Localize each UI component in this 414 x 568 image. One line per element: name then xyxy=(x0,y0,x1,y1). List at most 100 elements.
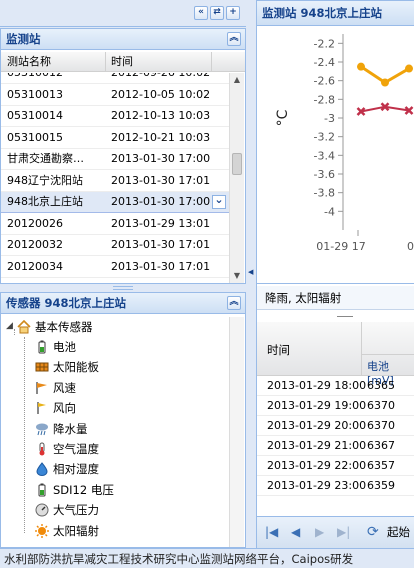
sensor-tree-item-label: 太阳能板 xyxy=(53,360,99,375)
vertical-splitter[interactable]: ◀ xyxy=(246,0,256,548)
x-tick-label: 01-29 xyxy=(407,240,414,253)
station-panel-title: 监测站 xyxy=(6,32,41,46)
station-time-cell: 2012-09-26 10:02 xyxy=(111,73,210,83)
battery-icon xyxy=(38,340,46,354)
collapse-sensor-panel-button[interactable]: ︽ xyxy=(227,296,241,310)
collapse-left-arrow-icon[interactable]: ◀ xyxy=(248,268,253,276)
y-tick-label: -2.4 xyxy=(314,56,335,69)
station-name-cell: 甘肃交通勘察… xyxy=(7,152,84,165)
station-row[interactable]: 948北京上庄站 2013-01-30 17:00 ⌄ xyxy=(1,192,229,213)
data-grid-row[interactable]: 2013-01-29 21:00 6367 xyxy=(257,436,414,456)
scroll-thumb[interactable] xyxy=(232,153,242,175)
station-row[interactable]: 05310014 2012-10-13 10:03 xyxy=(1,106,229,127)
y-tick-label: -2.2 xyxy=(314,37,335,50)
data-grid-row[interactable]: 2013-01-29 22:00 6357 xyxy=(257,456,414,476)
wind-direction-icon xyxy=(37,402,46,415)
battery-icon xyxy=(38,483,46,497)
station-grid-header: 测站名称 时间 xyxy=(1,52,245,72)
data-value-cell: 6357 xyxy=(367,459,395,472)
resize-handle[interactable] xyxy=(337,316,353,318)
sun-icon xyxy=(35,523,49,538)
selected-sensors-bar: 降雨, 太阳辐射 xyxy=(257,286,414,310)
scroll-up-arrow-icon[interactable]: ▲ xyxy=(230,73,244,87)
station-panel: 监测站 ︽ 测站名称 时间 053100122012-09-26 10:0205… xyxy=(0,28,246,284)
station-time-cell: 2013-01-30 17:01 xyxy=(111,259,211,273)
station-name-cell: 20120034 xyxy=(7,259,63,273)
column-header-time[interactable]: 时间 xyxy=(111,52,133,72)
station-time-cell: 2013-01-30 17:01 xyxy=(111,173,211,187)
column-header-station-name[interactable]: 测站名称 xyxy=(7,52,51,72)
station-time-cell: 2012-10-05 10:02 xyxy=(111,87,211,101)
row-dropdown-icon[interactable]: ⌄ xyxy=(212,195,226,209)
station-time-cell: 2013-01-30 17:00 xyxy=(111,152,211,165)
data-grid-header: 时间 电池[mV] xyxy=(257,322,414,387)
solar-panel-icon xyxy=(35,362,49,372)
sensor-tree-item-label: 降水量 xyxy=(53,421,88,436)
data-grid-body: 2013-01-29 18:00 6365 2013-01-29 19:00 6370… xyxy=(257,376,414,508)
last-page-icon[interactable]: ▶| xyxy=(337,525,350,539)
y-tick-label: -3.4 xyxy=(314,149,335,162)
data-grid-row[interactable]: 2013-01-29 18:00 6365 xyxy=(257,376,414,396)
series-point xyxy=(357,62,365,71)
sensor-tree-item-label: SDI12 电压 xyxy=(53,482,114,497)
wind-speed-icon xyxy=(36,381,47,394)
data-time-cell: 2013-01-29 18:00 xyxy=(267,379,367,392)
sensor-tree-item-label: 太阳辐射 xyxy=(53,523,99,538)
y-axis-label: °C xyxy=(275,109,291,126)
data-value-cell: 6367 xyxy=(367,439,395,452)
add-button[interactable]: + xyxy=(226,6,240,20)
sensor-data-grid: 时间 电池[mV] 2013-01-29 18:00 6365 2013-01-29… xyxy=(257,322,414,514)
footer-bar: 水利部防洪抗旱减灾工程技术研究中心监测站网络平台，Caipos研发 xyxy=(0,548,414,568)
station-row[interactable]: 05310015 2012-10-21 10:03 xyxy=(1,128,229,149)
station-name-cell: 20120032 xyxy=(7,238,63,251)
prev-page-icon[interactable]: ◀ xyxy=(291,525,300,539)
next-page-icon[interactable]: ▶ xyxy=(315,525,324,539)
station-time-cell: 2012-10-21 10:03 xyxy=(111,130,211,144)
station-name-cell: 05310013 xyxy=(7,87,63,101)
station-panel-header: 监测站 ︽ xyxy=(0,28,246,50)
station-name-cell: 05310015 xyxy=(7,130,63,144)
y-tick-label: -3 xyxy=(324,112,335,125)
series-point xyxy=(405,64,413,73)
sensor-chart: -2.2 -2.4 -2.6 -2.8 -3 -3.2 -3.4 -3.6 -3.8 -4 °C 01… xyxy=(257,26,414,284)
station-grid-scrollbar[interactable]: ▲ ▼ xyxy=(229,73,244,283)
collapse-left-button[interactable]: « xyxy=(194,6,208,20)
series-point xyxy=(381,78,389,87)
refresh-button[interactable]: ⇄ xyxy=(210,6,224,20)
sensor-tree-scrollbar[interactable] xyxy=(229,317,244,547)
station-row[interactable]: 05310013 2012-10-05 10:02 xyxy=(1,85,229,106)
horizontal-splitter[interactable] xyxy=(0,284,246,292)
tree-root-label: 基本传感器 xyxy=(35,320,93,334)
station-row[interactable]: 05310012 2012-09-26 10:02 xyxy=(1,73,229,84)
station-row[interactable]: 20120026 2013-01-29 13:01 xyxy=(1,214,229,235)
y-tick-label: -4 xyxy=(324,205,335,218)
sensor-tree: ◢ 基本传感器 电池 太阳能板 风速 风向 降水量 空气温度 相对湿度 SDI12 电压 大气压… xyxy=(1,317,229,547)
station-row[interactable]: 20120032 2013-01-30 17:01 xyxy=(1,235,229,256)
station-row[interactable]: 20120034 2013-01-30 17:01 xyxy=(1,257,229,278)
station-time-cell: 2012-10-13 10:03 xyxy=(111,109,211,122)
pager-start-label[interactable]: 起始 xyxy=(387,525,410,539)
tree-collapse-icon[interactable]: ◢ xyxy=(6,321,13,331)
left-top-toolbar: « ⇄ + xyxy=(0,0,246,27)
collapse-station-panel-button[interactable]: ︽ xyxy=(227,32,241,46)
scroll-down-arrow-icon[interactable]: ▼ xyxy=(230,269,244,283)
data-grid-row[interactable]: 2013-01-29 19:00 6370 xyxy=(257,396,414,416)
data-time-cell: 2013-01-29 22:00 xyxy=(267,459,367,472)
data-grid-row[interactable]: 2013-01-29 23:00 6359 xyxy=(257,476,414,496)
data-time-cell: 2013-01-29 23:00 xyxy=(267,479,367,492)
data-time-cell: 2013-01-29 19:00 xyxy=(267,399,367,412)
station-name-cell: 948北京上庄站 xyxy=(7,195,83,208)
data-grid-row[interactable]: 2013-01-29 20:00 6370 xyxy=(257,416,414,436)
column-header-time[interactable]: 时间 xyxy=(267,342,290,358)
first-page-icon[interactable]: |◀ xyxy=(265,525,278,539)
data-value-cell: 6370 xyxy=(367,419,395,432)
humidity-drop-icon xyxy=(36,462,48,477)
sensor-tree-item-label: 空气温度 xyxy=(53,442,99,456)
y-tick-label: -2.6 xyxy=(314,75,335,88)
station-row[interactable]: 948辽宁沈阳站 2013-01-30 17:01 xyxy=(1,171,229,192)
refresh-icon[interactable]: ⟳ xyxy=(367,525,379,539)
detail-panel-title: 监测站 948北京上庄站 xyxy=(262,6,383,20)
station-time-cell: 2013-01-30 17:00 xyxy=(111,195,211,208)
paging-toolbar: |◀ ◀ ▶ ▶| ⟳ 起始 xyxy=(257,516,414,548)
station-row[interactable]: 甘肃交通勘察… 2013-01-30 17:00 xyxy=(1,149,229,170)
